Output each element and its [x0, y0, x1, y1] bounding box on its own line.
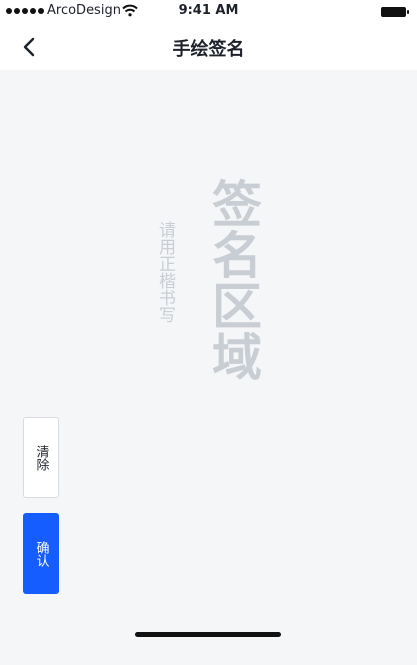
nav-bar: 手绘签名: [0, 24, 417, 70]
page-title: 手绘签名: [172, 39, 245, 60]
battery-icon: [381, 7, 409, 17]
signature-canvas[interactable]: 签名区域 请用正楷书写: [0, 70, 417, 665]
status-bar: ArcoDesign 9:41 AM: [0, 0, 417, 24]
status-time: 9:41 AM: [178, 3, 239, 18]
home-indicator: [135, 632, 281, 637]
clear-button[interactable]: 清除: [23, 417, 59, 498]
clear-button-label: 清除: [33, 444, 49, 471]
confirm-button[interactable]: 确认: [23, 513, 59, 594]
confirm-button-label: 确认: [33, 540, 49, 567]
signature-placeholder-hint: 请用正楷书写: [155, 221, 175, 323]
signature-placeholder-title: 签名区域: [204, 178, 262, 382]
